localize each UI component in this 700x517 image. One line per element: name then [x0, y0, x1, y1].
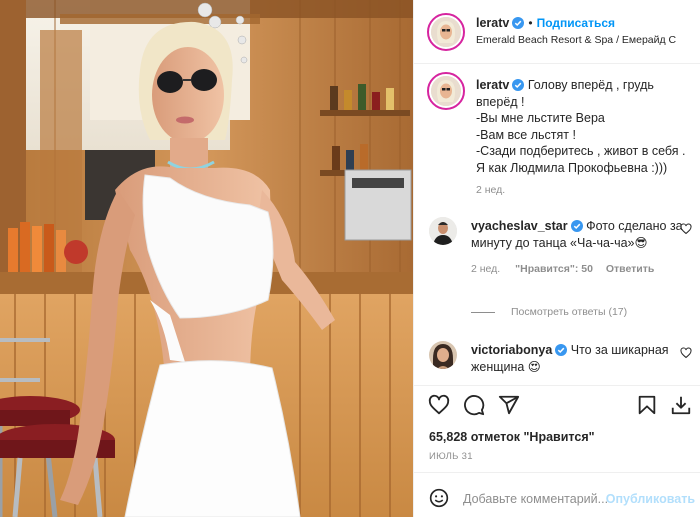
like-comment-heart-icon[interactable]	[680, 223, 692, 235]
verified-badge-icon	[512, 79, 525, 91]
reply-button[interactable]: Ответить	[606, 263, 655, 275]
comments-list[interactable]: leratv Голову вперёд , грудь вперёд ! -В…	[414, 65, 700, 385]
caption-line: Голову вперёд , грудь	[527, 78, 654, 92]
caption-line: Я как Людмила Прокофьевна :)))	[476, 160, 668, 175]
caption: leratv Голову вперёд , грудь вперёд ! -В…	[476, 77, 696, 177]
comment-text: женщина 😍	[471, 359, 541, 374]
heart-icon[interactable]	[428, 394, 450, 416]
avatar-image-icon	[431, 17, 461, 47]
caption-username[interactable]: leratv	[476, 78, 509, 92]
avatar-image-icon	[431, 76, 461, 106]
post-side-panel: leratv • Подписаться Emerald Beach Resort …	[413, 0, 700, 517]
comment-avatar[interactable]	[429, 341, 457, 369]
caption-line: -Вы мне льстите Вера	[476, 111, 605, 126]
share-icon[interactable]	[498, 394, 520, 416]
caption-author-avatar[interactable]	[427, 72, 465, 110]
verified-badge-icon	[570, 220, 583, 232]
caption-time[interactable]: 2 нед.	[476, 184, 505, 196]
comment: vyacheslav_star Фото сделано за минуту д…	[471, 218, 683, 251]
post-date[interactable]: ИЮЛЬ 31	[429, 451, 473, 462]
caption-line: -Вам все льстят !	[476, 127, 576, 142]
comment-icon[interactable]	[463, 394, 485, 416]
replies-divider	[471, 311, 495, 313]
post-header: leratv • Подписаться Emerald Beach Resort …	[414, 0, 700, 64]
bookmark-icon[interactable]	[636, 394, 658, 416]
caption-line: -Сзади подберитесь , живот в себя .	[476, 144, 686, 159]
comment-time[interactable]: 2 нед.	[471, 263, 500, 275]
comment-text: Что за шикарная	[570, 343, 669, 357]
post-location[interactable]: Emerald Beach Resort & Spa / Емерайд С	[476, 34, 698, 46]
follow-button[interactable]: Подписаться	[537, 16, 615, 30]
caption-line: вперёд !	[476, 94, 525, 109]
avatar-image-icon	[429, 341, 457, 369]
view-replies-label[interactable]: Посмотреть ответы (17)	[511, 306, 627, 318]
author-avatar[interactable]	[427, 13, 465, 51]
post-photo[interactable]	[0, 0, 413, 517]
view-replies[interactable]: Посмотреть ответы (17)	[471, 306, 627, 318]
publish-button[interactable]: Опубликовать	[606, 492, 695, 506]
separator-dot: •	[528, 16, 533, 30]
verified-badge-icon	[512, 17, 525, 29]
comment-avatar[interactable]	[429, 217, 457, 245]
download-icon[interactable]	[670, 394, 692, 416]
comment-likes[interactable]: "Нравится": 50	[515, 263, 593, 275]
comment-text: Фото сделано за	[586, 219, 683, 233]
comment-input[interactable]: Добавьте комментарий...	[463, 492, 608, 506]
like-comment-heart-icon[interactable]	[680, 347, 692, 359]
likes-count[interactable]: 65,828 отметок "Нравится"	[429, 430, 595, 444]
add-comment-bar: Добавьте комментарий... Опубликовать	[414, 472, 700, 517]
comment-username[interactable]: victoriabonya	[471, 343, 552, 357]
author-username[interactable]: leratv	[476, 16, 509, 30]
post-modal: leratv • Подписаться Emerald Beach Resort …	[0, 0, 700, 517]
avatar-image-icon	[429, 217, 457, 245]
verified-badge-icon	[555, 344, 568, 356]
emoji-icon[interactable]	[429, 488, 449, 508]
comment-meta: 2 нед. "Нравится": 50 Ответить	[471, 263, 654, 275]
comment-username[interactable]: vyacheslav_star	[471, 219, 568, 233]
photo-illustration	[0, 0, 413, 517]
comment-text: минуту до танца «Ча-ча-ча»😎	[471, 235, 648, 250]
header-title-row: leratv • Подписаться	[476, 14, 615, 30]
comment: victoriabonya Что за шикарная женщина 😍	[471, 342, 676, 375]
